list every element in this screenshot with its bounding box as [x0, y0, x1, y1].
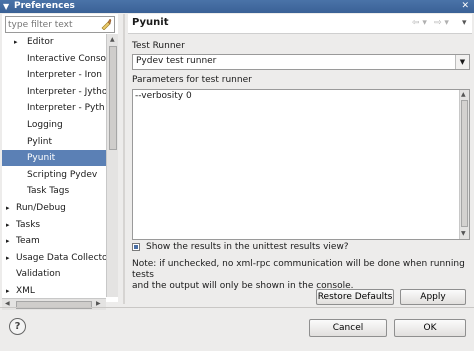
footer-divider [0, 307, 474, 308]
tree-item-label: Interpreter - Pyth [27, 103, 105, 114]
tree-item[interactable]: Interpreter - Jytho [2, 84, 106, 100]
test-runner-value: Pydev test runner [136, 56, 217, 66]
page-header: Pyunit ⇦ ▾ ⇨ ▾ ▾ [128, 14, 472, 34]
tree-item[interactable]: Logging [2, 117, 106, 133]
filter-box [5, 16, 115, 33]
tree-item[interactable]: Validation [2, 266, 106, 282]
tree-item[interactable]: ▸ Tasks [2, 217, 106, 233]
tree-item-label: Validation [16, 269, 61, 280]
pane-sash[interactable] [123, 14, 125, 304]
preference-tree: ▸ Editor Interactive Conso Interpreter - Ir… [2, 34, 106, 312]
params-scroll-thumb[interactable] [461, 100, 468, 227]
page-title: Pyunit [132, 17, 169, 28]
dropdown-arrow-icon[interactable]: ▼ [455, 55, 469, 69]
test-runner-select[interactable]: Pydev test runner ▼ [132, 54, 470, 70]
cancel-button[interactable]: Cancel [309, 319, 387, 337]
expand-arrow-icon[interactable]: ▸ [6, 283, 10, 299]
window-menu-icon[interactable]: ▼ [3, 0, 9, 13]
restore-defaults-button[interactable]: Restore Defaults [316, 289, 394, 305]
scroll-up-icon[interactable]: ▲ [110, 35, 115, 45]
tree-item-label: Editor [27, 37, 54, 47]
tree-item-label: Tasks [16, 219, 41, 230]
clear-filter-icon[interactable] [100, 18, 112, 30]
help-icon[interactable]: ? [9, 318, 26, 335]
tree-item[interactable]: Pylint [2, 134, 106, 150]
tree-item-label: Run/Debug [16, 203, 66, 213]
tree-item-label: Scripting Pydev [27, 169, 98, 180]
expand-arrow-icon[interactable]: ▸ [6, 200, 10, 216]
tree-item[interactable]: Interpreter - Pyth [2, 100, 106, 116]
tree-item[interactable]: Scripting Pydev [2, 167, 106, 183]
ok-button[interactable]: OK [394, 319, 466, 337]
expand-arrow-icon[interactable]: ▸ [6, 217, 10, 233]
tree-item[interactable]: Interpreter - Iron [2, 67, 106, 83]
forward-arrow-icon[interactable]: ⇨ ▾ [434, 18, 449, 28]
params-label: Parameters for test runner [132, 75, 252, 85]
tree-horizontal-scrollbar[interactable]: ◀ ▶ [2, 298, 106, 310]
tree-item-label: XML [16, 286, 35, 296]
expand-arrow-icon[interactable]: ▸ [6, 250, 10, 266]
title-bar: ▼ Preferences ✕ [0, 0, 474, 13]
scroll-up-icon[interactable]: ▲ [461, 90, 466, 100]
apply-button[interactable]: Apply [400, 289, 466, 305]
preference-tree-pane: ▸ Editor Interactive Conso Interpreter - Ir… [2, 14, 118, 310]
note-text: Note: if unchecked, no xml-rpc communica… [132, 259, 472, 292]
view-menu-icon[interactable]: ▾ [462, 18, 467, 28]
tree-item-label: Interpreter - Jytho [27, 86, 106, 97]
tree-item[interactable]: Task Tags [2, 183, 106, 199]
tree-item[interactable]: Pyunit [2, 150, 106, 167]
expand-arrow-icon[interactable]: ▸ [6, 233, 10, 249]
tree-item-label: Team [16, 236, 40, 247]
back-arrow-icon[interactable]: ⇦ ▾ [412, 18, 427, 28]
window-title: Preferences [14, 1, 75, 11]
params-textarea[interactable]: --verbosity 0 ▲ ▼ [132, 89, 470, 240]
test-runner-label: Test Runner [132, 41, 185, 51]
tree-vertical-scrollbar[interactable]: ▲ [106, 34, 118, 297]
tree-item[interactable]: ▸ Editor [2, 34, 106, 50]
scroll-down-icon[interactable]: ▼ [461, 229, 466, 239]
expand-arrow-icon[interactable]: ▸ [14, 34, 18, 50]
tree-item[interactable]: ▸ Team [2, 233, 106, 249]
preference-page: Pyunit ⇦ ▾ ⇨ ▾ ▾ Test Runner Pydev test … [128, 14, 474, 305]
close-icon[interactable]: ✕ [461, 0, 469, 13]
tree-item-label: Pyunit [27, 153, 56, 164]
tree-item-label: Interpreter - Iron [27, 70, 102, 81]
show-results-checkbox[interactable] [132, 243, 140, 251]
tree-item-label: Pylint [27, 136, 52, 147]
tree-item[interactable]: ▸ Run/Debug [2, 200, 106, 216]
filter-input[interactable] [8, 18, 98, 31]
tree-vertical-scroll-thumb[interactable] [109, 46, 117, 150]
show-results-label[interactable]: Show the results in the unittest results… [146, 242, 349, 252]
params-scrollbar[interactable]: ▲ ▼ [459, 90, 469, 239]
tree-item[interactable]: Interactive Conso [2, 51, 106, 67]
tree-item[interactable]: ▸ XML [2, 283, 106, 299]
tree-item-label: Usage Data Collecto [16, 252, 106, 263]
tree-item-label: Logging [27, 120, 63, 130]
tree-item[interactable]: ▸ Usage Data Collecto [2, 250, 106, 266]
tree-item-label: Task Tags [27, 186, 70, 197]
note-line-1: Note: if unchecked, no xml-rpc communica… [132, 259, 465, 280]
tree-item-label: Interactive Conso [27, 53, 106, 64]
params-value: --verbosity 0 [135, 91, 192, 101]
